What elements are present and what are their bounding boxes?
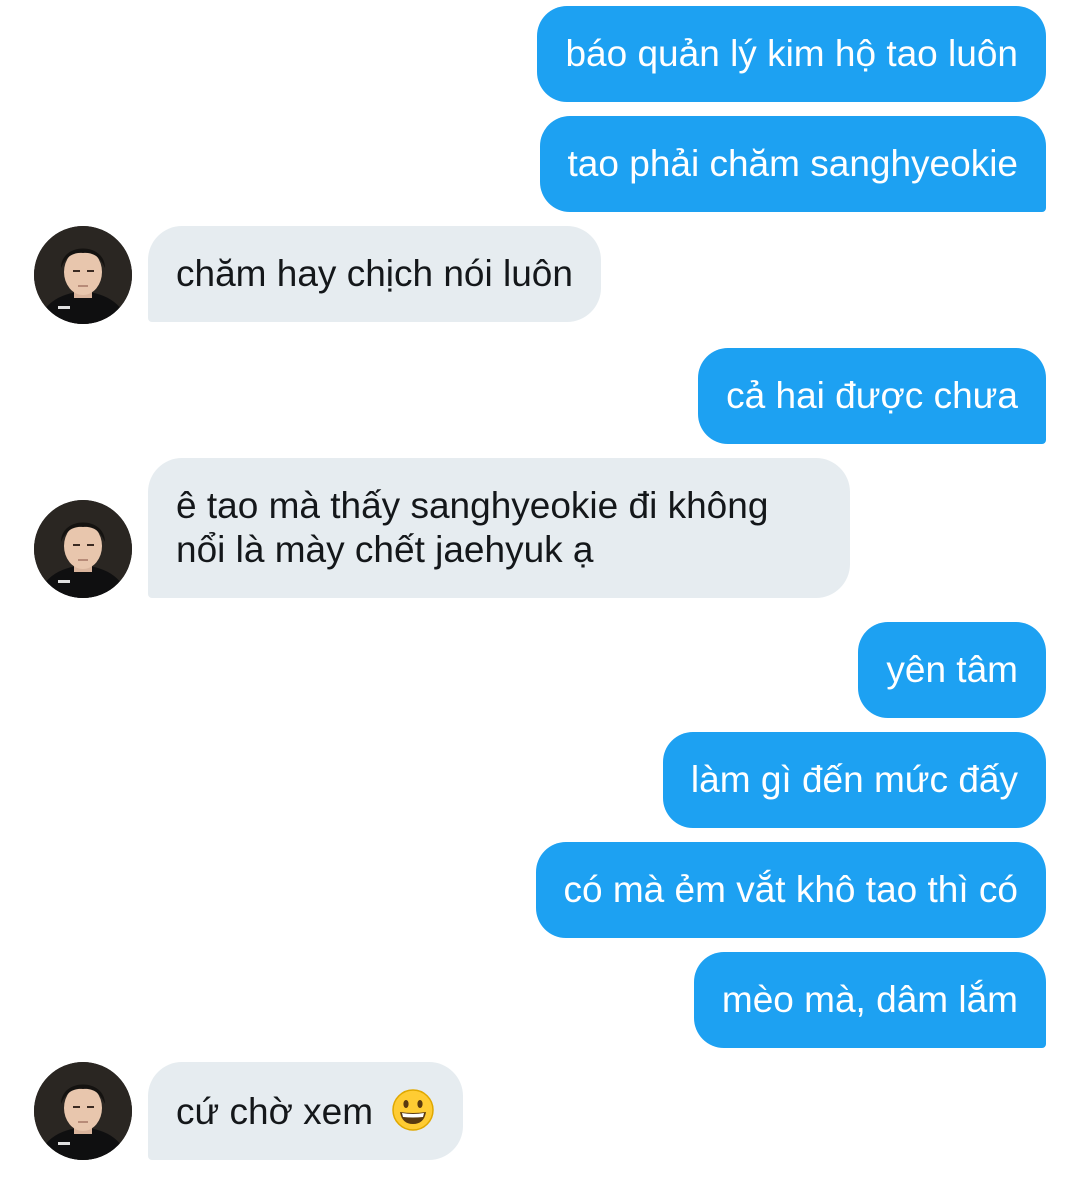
- sent-message-bubble[interactable]: tao phải chăm sanghyeokie: [539, 116, 1046, 212]
- message-text: tao phải chăm sanghyeokie: [567, 143, 1018, 184]
- contact-avatar[interactable]: [34, 500, 132, 598]
- message-thread: báo quản lý kim hộ tao luôn tao phải chă…: [0, 0, 1080, 1180]
- sent-message-bubble[interactable]: mèo mà, dâm lắm: [693, 952, 1046, 1048]
- received-message-bubble[interactable]: cứ chờ xem: [148, 1062, 464, 1160]
- message-text: mèo mà, dâm lắm: [721, 979, 1018, 1020]
- avatar-photo-icon: [34, 226, 132, 324]
- message-text: có mà ẻm vắt khô tao thì có: [563, 869, 1019, 910]
- sent-message-bubble[interactable]: cả hai được chưa: [698, 348, 1046, 444]
- sent-message-bubble[interactable]: làm gì đến mức đấy: [662, 732, 1046, 828]
- message-text: ê tao mà thấy sanghyeokie đi không nổi l…: [176, 485, 769, 570]
- message-text: cứ chờ xem: [176, 1091, 374, 1132]
- message-text: làm gì đến mức đấy: [690, 759, 1018, 800]
- sent-message-bubble[interactable]: báo quản lý kim hộ tao luôn: [537, 6, 1046, 102]
- sent-message-bubble[interactable]: yên tâm: [858, 622, 1046, 718]
- message-text: chăm hay chịch nói luôn: [176, 253, 573, 294]
- grinning-face-emoji-icon: [392, 1089, 435, 1131]
- received-message-bubble[interactable]: chăm hay chịch nói luôn: [148, 226, 601, 322]
- message-text: yên tâm: [886, 649, 1018, 690]
- contact-avatar[interactable]: [34, 226, 132, 324]
- avatar-photo-icon: [34, 1062, 132, 1160]
- message-text: báo quản lý kim hộ tao luôn: [565, 33, 1018, 74]
- sent-message-bubble[interactable]: có mà ẻm vắt khô tao thì có: [535, 842, 1046, 938]
- contact-avatar[interactable]: [34, 1062, 132, 1160]
- message-text: cả hai được chưa: [726, 375, 1018, 416]
- avatar-photo-icon: [34, 500, 132, 598]
- received-message-bubble[interactable]: ê tao mà thấy sanghyeokie đi không nổi l…: [148, 458, 850, 598]
